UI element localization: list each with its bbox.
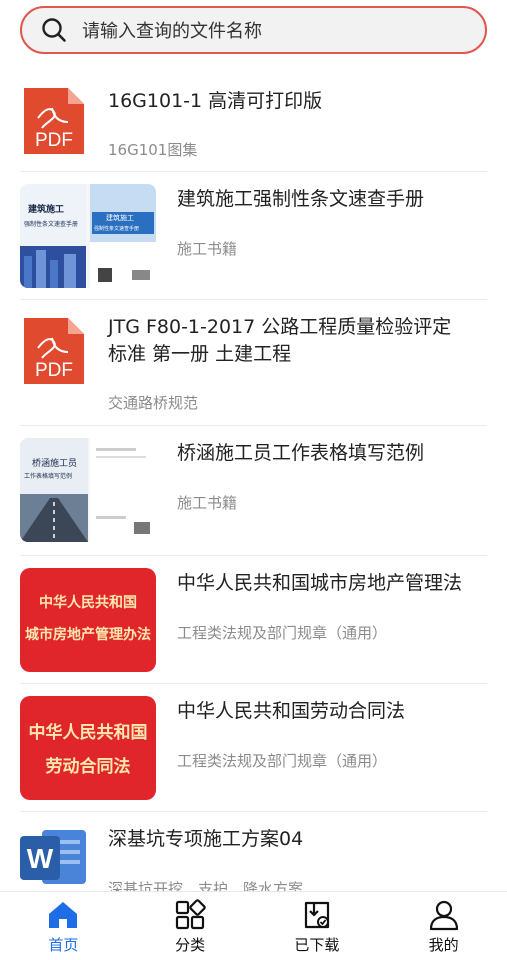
search-bar[interactable]: 请输入查询的文件名称	[20, 6, 487, 54]
item-category: 施工书籍	[177, 240, 238, 258]
item-category: 深基坑开挖、支护、降水方案	[108, 880, 304, 891]
item-title[interactable]: 建筑施工强制性条文速查手册	[177, 186, 424, 213]
cover-right-title: 建筑施工	[106, 213, 134, 222]
item-title[interactable]: 16G101-1 高清可打印版	[108, 88, 322, 115]
list-item[interactable]: 中华人民共和国 劳动合同法 中华人民共和国劳动合同法 工程类法规及部门规章（通用…	[20, 684, 487, 812]
tab-label: 首页	[48, 936, 79, 954]
tab-category[interactable]: 分类	[127, 892, 254, 960]
svg-text:W: W	[27, 843, 54, 874]
cover-line2: 城市房地产管理办法	[25, 627, 151, 643]
pdf-label: PDF	[35, 360, 73, 381]
item-title[interactable]: 深基坑专项施工方案04	[108, 826, 303, 853]
bottom-tab-bar: 首页 分类 已下载 我的	[0, 891, 507, 960]
list-item[interactable]: W 深基坑专项施工方案04 深基坑开挖、支护、降水方案	[20, 812, 487, 891]
tab-label: 我的	[428, 936, 459, 954]
cover-line2: 劳动合同法	[45, 757, 131, 777]
user-icon	[429, 900, 458, 931]
item-title-line1[interactable]: JTG F80-1-2017 公路工程质量检验评定	[108, 314, 451, 341]
pdf-label: PDF	[35, 130, 73, 151]
cover-title: 桥涵施工员	[32, 457, 77, 469]
item-category: 工程类法规及部门规章（通用）	[177, 752, 388, 770]
cover-line1: 中华人民共和国	[39, 595, 137, 611]
cover-subtitle: 工作表格填写范例	[24, 472, 72, 480]
downloaded-icon	[304, 901, 329, 929]
item-title[interactable]: 桥涵施工员工作表格填写范例	[177, 440, 424, 467]
item-title-line2[interactable]: 标准 第一册 土建工程	[108, 341, 291, 368]
item-category: 交通路桥规范	[108, 394, 199, 412]
search-placeholder[interactable]: 请输入查询的文件名称	[82, 17, 262, 43]
book-cover: 建筑施工 强制性条文速查手册 建筑施工 强制性条文速查手册	[20, 184, 156, 288]
list-item[interactable]: PDF 16G101-1 高清可打印版 16G101图集	[20, 64, 487, 172]
red-cover: 中华人民共和国 劳动合同法	[20, 696, 156, 800]
category-grid-icon	[176, 899, 206, 930]
item-category: 工程类法规及部门规章（通用）	[177, 624, 388, 642]
book-cover-art: 建筑施工 强制性条文速查手册 建筑施工 强制性条文速查手册	[20, 184, 156, 288]
red-cover: 中华人民共和国 城市房地产管理办法	[20, 568, 156, 672]
list-item[interactable]: PDF JTG F80-1-2017 公路工程质量检验评定 标准 第一册 土建工…	[20, 300, 487, 426]
pdf-icon: PDF	[24, 88, 84, 154]
tab-home[interactable]: 首页	[0, 892, 127, 960]
item-category: 施工书籍	[177, 494, 238, 512]
tab-label: 分类	[175, 936, 206, 954]
book-cover: 桥涵施工员 工作表格填写范例	[20, 438, 156, 542]
book-cover-art: 桥涵施工员 工作表格填写范例	[20, 438, 156, 542]
item-title[interactable]: 中华人民共和国城市房地产管理法	[177, 570, 462, 597]
cover-line1: 中华人民共和国	[28, 723, 148, 743]
list-item[interactable]: 建筑施工 强制性条文速查手册 建筑施工 强制性条文速查手册 建筑施工强制性条文速…	[20, 172, 487, 300]
cover-left-title: 建筑施工	[28, 203, 64, 215]
word-icon: W	[20, 830, 86, 884]
pdf-icon: PDF	[24, 318, 84, 384]
tab-mine[interactable]: 我的	[380, 892, 507, 960]
list-item[interactable]: 桥涵施工员 工作表格填写范例 桥涵施工员工作表格填写范例 施工书籍	[20, 426, 487, 556]
cover-right-subtitle: 强制性条文速查手册	[94, 225, 139, 232]
tab-downloaded[interactable]: 已下载	[254, 892, 381, 960]
file-list[interactable]: PDF 16G101-1 高清可打印版 16G101图集 建筑施工 强制性条文速…	[0, 64, 507, 891]
search-icon	[42, 18, 66, 42]
cover-left-subtitle: 强制性条文速查手册	[24, 220, 78, 228]
item-title[interactable]: 中华人民共和国劳动合同法	[177, 698, 405, 725]
list-item[interactable]: 中华人民共和国 城市房地产管理办法 中华人民共和国城市房地产管理法 工程类法规及…	[20, 556, 487, 684]
item-category: 16G101图集	[108, 141, 198, 159]
home-icon	[49, 902, 78, 928]
tab-label: 已下载	[294, 936, 340, 954]
